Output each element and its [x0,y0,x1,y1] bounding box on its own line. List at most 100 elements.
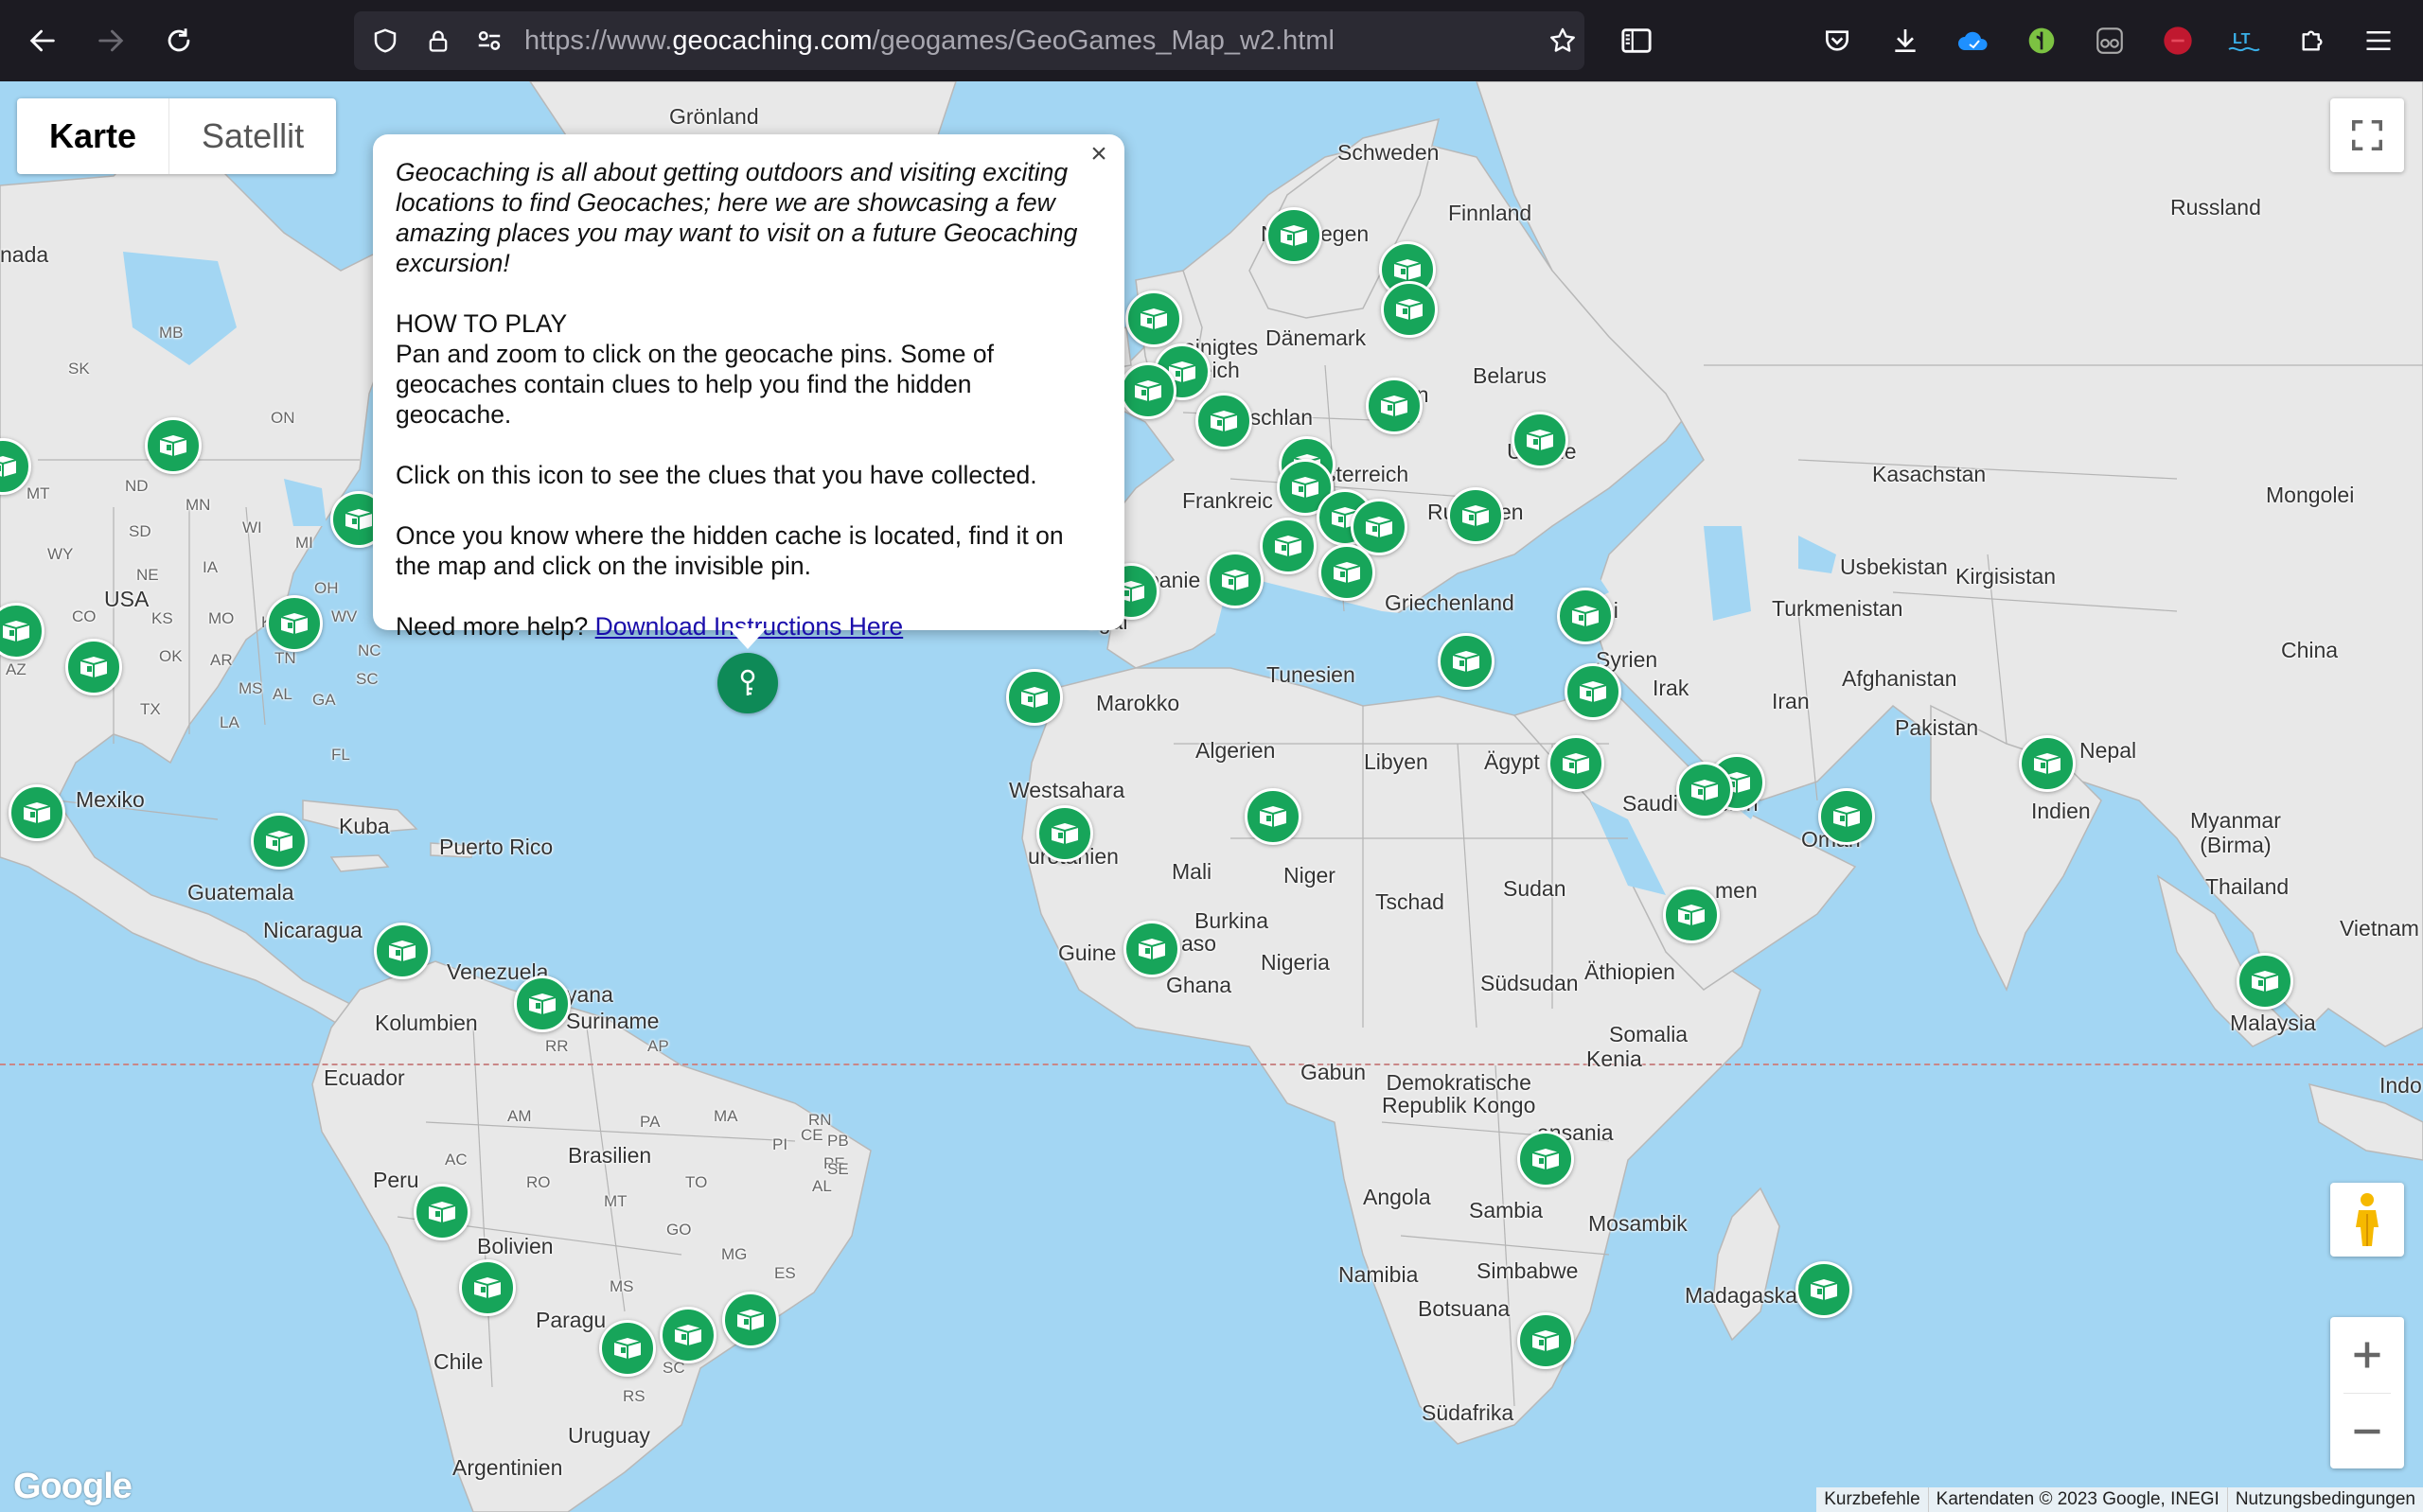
url-text[interactable]: https://www.geocaching.com/geogames/GeoG… [524,11,1335,70]
geocache-icon [2251,971,2279,992]
label-sudan: Sudan [1503,876,1566,901]
green-extension[interactable] [2018,17,2065,64]
geocache-icon [1380,396,1408,416]
geocache-pin[interactable] [1125,290,1182,347]
geocache-pin[interactable] [1517,1131,1574,1187]
geocache-pin[interactable] [1548,735,1604,792]
downloads-button[interactable] [1882,17,1929,64]
geocache-pin[interactable] [1795,1261,1852,1318]
geocache-icon [1562,753,1590,774]
label-botsuana: Botsuana [1418,1296,1511,1321]
geocache-pin[interactable] [1512,412,1568,468]
glasses-extension[interactable] [2086,17,2133,64]
permissions-icon[interactable] [471,23,507,59]
back-button[interactable] [19,17,66,64]
zoom-out-button[interactable] [2330,1394,2404,1469]
label-state: IA [203,558,219,576]
info-how-text: Pan and zoom to click on the geocache pi… [396,340,994,429]
geocache-pin[interactable] [145,417,202,474]
geocache-pin[interactable] [1123,921,1180,977]
pegman-icon [2356,1193,2379,1246]
map-type-karte[interactable]: Karte [17,98,170,174]
geocache-pin[interactable] [1366,378,1423,434]
geocache-pin[interactable] [2237,953,2293,1010]
label-state: CO [72,607,97,625]
geocache-pin[interactable] [1517,1312,1574,1369]
geocache-pin[interactable] [1036,805,1093,862]
geocache-pin[interactable] [459,1259,516,1316]
reader-view-button[interactable] [1613,17,1660,64]
world-map[interactable]: Grönland Schweden Finnland Russland nada… [0,81,2423,1512]
geocache-pin[interactable] [2019,735,2076,792]
forward-button[interactable] [87,17,134,64]
onedrive-extension[interactable] [1950,17,1997,64]
languagetool-extension[interactable]: LT [2220,17,2268,64]
pocket-button[interactable] [1813,17,1861,64]
label-russland: Russland [2170,195,2261,220]
geocache-pin[interactable] [1318,544,1375,601]
geocache-pin[interactable] [1245,788,1301,845]
keyboard-shortcuts-link[interactable]: Kurzbefehle [1816,1487,1927,1512]
label-kanada: nada [0,242,49,267]
label-frankreich: Frankreic [1182,488,1273,513]
geocache-pin[interactable] [1676,762,1733,818]
label-ecuador: Ecuador [324,1065,405,1090]
geocache-pin[interactable] [1663,887,1720,943]
lock-icon[interactable] [420,23,456,59]
reload-button[interactable] [155,17,203,64]
url-bar[interactable]: https://www.geocaching.com/geogames/GeoG… [354,11,1584,70]
label-brasilien: Brasilien [568,1143,652,1168]
geocache-icon [1393,259,1422,280]
geocache-pin[interactable] [374,923,431,979]
geocache-pin[interactable] [9,784,65,841]
geocache-pin[interactable] [1120,362,1176,419]
terms-link[interactable]: Nutzungsbedingungen [2226,1487,2423,1512]
geocache-pin[interactable] [1818,788,1875,845]
geocache-icon [0,456,17,477]
geocache-pin[interactable] [599,1320,656,1377]
geocache-pin[interactable] [1006,669,1063,726]
geocache-pin[interactable] [1447,487,1504,544]
geocache-pin[interactable] [1438,633,1494,690]
geocache-pin[interactable] [722,1292,779,1348]
geocache-pin[interactable] [1265,207,1322,264]
geocache-pin[interactable] [514,976,571,1032]
bookmark-star-icon[interactable] [1545,23,1581,59]
street-view-pegman[interactable] [2330,1183,2404,1257]
geocache-pin[interactable] [1565,663,1621,720]
label-suedafrika: Südafrika [1422,1400,1514,1425]
shield-icon[interactable] [367,23,403,59]
geocache-pin[interactable] [1207,552,1264,608]
label-guyana: yana [566,982,613,1007]
extensions-button[interactable] [2289,17,2336,64]
hidden-cache-pin[interactable] [717,653,778,713]
label-puerto-rico: Puerto Rico [439,835,554,859]
hamburger-icon [2366,31,2391,50]
geocache-pin[interactable] [1195,393,1252,449]
info-intro: Geocaching is all about getting outdoors… [396,158,1078,277]
menu-button[interactable] [2355,17,2402,64]
geocache-pin[interactable] [414,1184,470,1240]
geocache-icon [1221,570,1249,590]
geocache-pin[interactable] [266,595,323,652]
label-kirgisistan: Kirgisistan [1955,564,2057,589]
geocache-pin[interactable] [660,1307,716,1363]
geocache-pin[interactable] [1260,518,1317,574]
zoom-in-button[interactable] [2330,1317,2404,1393]
map-type-satellit[interactable]: Satellit [169,98,336,174]
geocache-pin[interactable] [65,639,122,695]
label-state: MA [714,1107,738,1125]
geocache-pin[interactable] [1557,588,1614,644]
label-state: RR [545,1037,569,1055]
zoom-control [2330,1317,2404,1468]
geocache-pin[interactable] [1381,281,1438,338]
label-state: PI [772,1135,788,1153]
label-state: SD [129,522,151,540]
label-state: AZ [6,660,27,678]
geocache-pin[interactable] [251,813,308,870]
fullscreen-button[interactable] [2330,98,2404,172]
red-extension[interactable] [2154,17,2202,64]
close-button[interactable]: × [1085,140,1113,168]
label-state: AL [273,685,292,703]
label-tunesien: Tunesien [1266,662,1355,687]
